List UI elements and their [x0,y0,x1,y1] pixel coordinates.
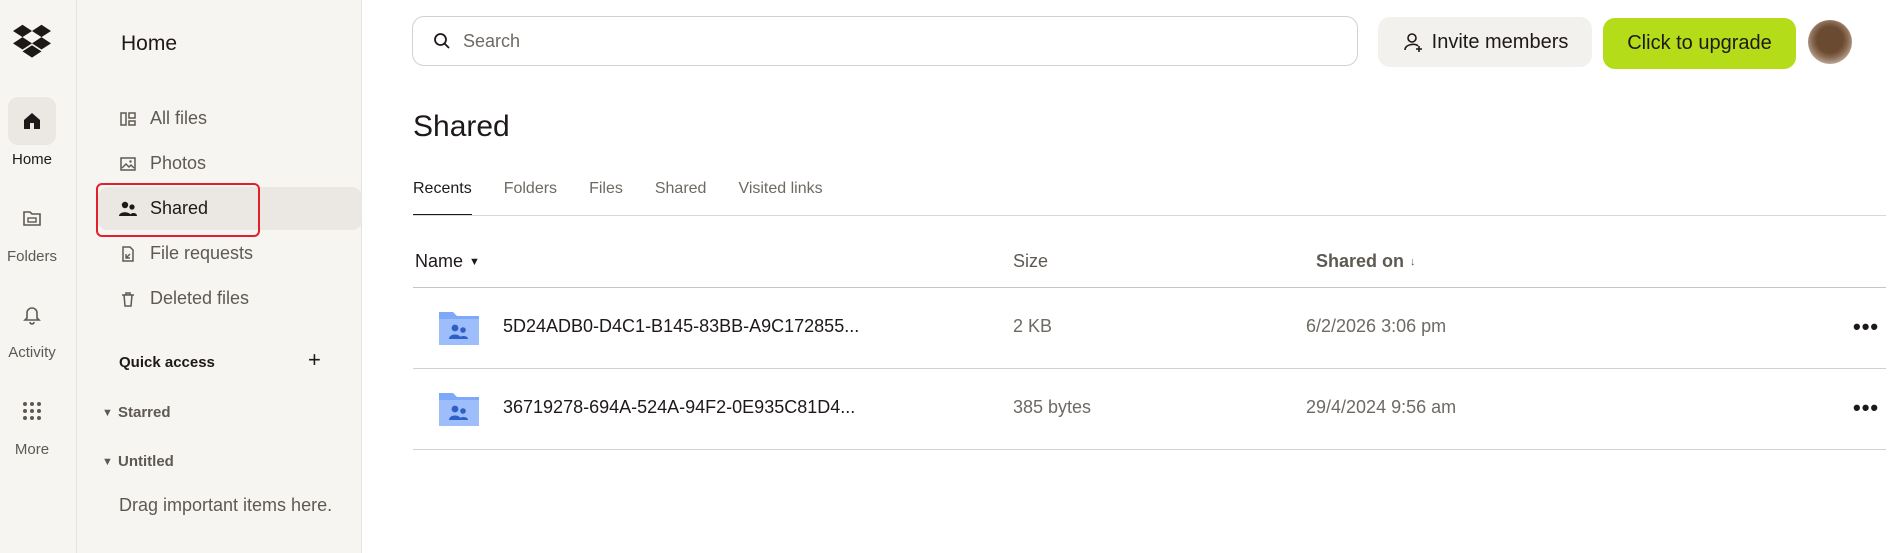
shared-folder-icon [439,393,479,426]
tab-folders[interactable]: Folders [504,180,557,216]
file-size: 385 bytes [1013,397,1092,417]
rail-item-activity[interactable]: Activity [0,290,64,361]
rail-label: More [14,441,50,458]
row-divider [413,449,1886,450]
sort-caret-icon: ▼ [469,255,480,268]
rail-item-home[interactable]: Home [0,97,64,168]
invite-label: Invite members [1431,30,1569,53]
shared-folder-icon [439,312,479,345]
add-user-icon [1402,31,1424,53]
group-label: Starred [118,404,171,421]
quick-access-heading: Quick access [119,354,215,371]
sidebar-item-deleted-files[interactable]: Deleted files [98,277,362,320]
tab-shared[interactable]: Shared [655,180,707,216]
upgrade-button[interactable]: Click to upgrade [1603,18,1796,69]
avatar[interactable] [1808,20,1852,64]
sidebar-item-all-files[interactable]: All files [98,97,362,140]
sidebar: Home All files Photos Shared File reques… [77,0,362,553]
more-actions-button[interactable]: ••• [1853,314,1879,340]
sidebar-title: Home [121,32,178,55]
table-row[interactable]: 36719278-694A-524A-94F2-0E935C81D4... 38… [413,369,1886,449]
bell-icon [8,290,56,338]
sidebar-item-label: File requests [150,243,254,263]
group-label: Untitled [118,453,174,470]
rail-label: Home [11,151,52,168]
tab-visited-links[interactable]: Visited links [738,180,822,216]
trash-icon [118,289,138,309]
file-size: 2 KB [1013,316,1053,336]
add-quick-access-button[interactable]: + [308,349,321,371]
column-label: Shared on [1316,251,1405,271]
chevron-down-icon: ▼ [102,455,113,468]
tab-bar: Recents Folders Files Shared Visited lin… [413,180,855,216]
group-untitled[interactable]: ▼ Untitled [102,453,174,470]
file-name[interactable]: 5D24ADB0-D4C1-B145-83BB-A9C172855... [503,316,859,337]
grid-icon [8,387,56,435]
photos-icon [118,154,138,174]
dropbox-logo[interactable] [13,22,51,58]
tabs-divider [413,215,1886,216]
sidebar-item-label: All files [150,108,208,128]
sidebar-item-label: Photos [150,153,207,173]
page-title: Shared [413,110,510,143]
search-icon [433,32,451,50]
group-starred[interactable]: ▼ Starred [102,404,171,421]
table-row[interactable]: 5D24ADB0-D4C1-B145-83BB-A9C172855... 2 K… [413,288,1886,368]
sidebar-item-photos[interactable]: Photos [98,142,362,185]
column-header-size[interactable]: Size [1013,251,1048,272]
chevron-down-icon: ▼ [102,406,113,419]
more-actions-button[interactable]: ••• [1853,395,1879,421]
rail-label: Folders [6,248,58,265]
file-name[interactable]: 36719278-694A-524A-94F2-0E935C81D4... [503,397,855,418]
tab-recents[interactable]: Recents [413,180,472,216]
folder-icon [8,194,56,242]
sidebar-item-label: Deleted files [150,288,250,308]
home-icon [8,97,56,145]
file-request-icon [118,244,138,264]
rail-label: Activity [8,344,56,361]
app-rail: Home Folders Activity More [0,0,77,553]
all-files-icon [118,109,138,129]
search-input[interactable]: Search [412,16,1358,66]
tab-files[interactable]: Files [589,180,623,216]
rail-item-more[interactable]: More [0,387,64,458]
sidebar-item-file-requests[interactable]: File requests [98,232,362,275]
invite-members-button[interactable]: Invite members [1378,17,1592,67]
column-label: Name [415,251,464,271]
shared-date: 6/2/2026 3:06 pm [1306,316,1447,336]
rail-item-folders[interactable]: Folders [0,194,64,265]
sort-down-arrow-icon: ↓ [1410,255,1416,268]
highlight-box [96,183,260,237]
drag-hint: Drag important items here. [119,495,333,515]
shared-date: 29/4/2024 9:56 am [1306,397,1457,417]
search-placeholder: Search [463,30,521,51]
column-header-name[interactable]: Name ▼ [415,251,480,272]
column-header-shared-on[interactable]: Shared on ↓ [1316,251,1416,272]
